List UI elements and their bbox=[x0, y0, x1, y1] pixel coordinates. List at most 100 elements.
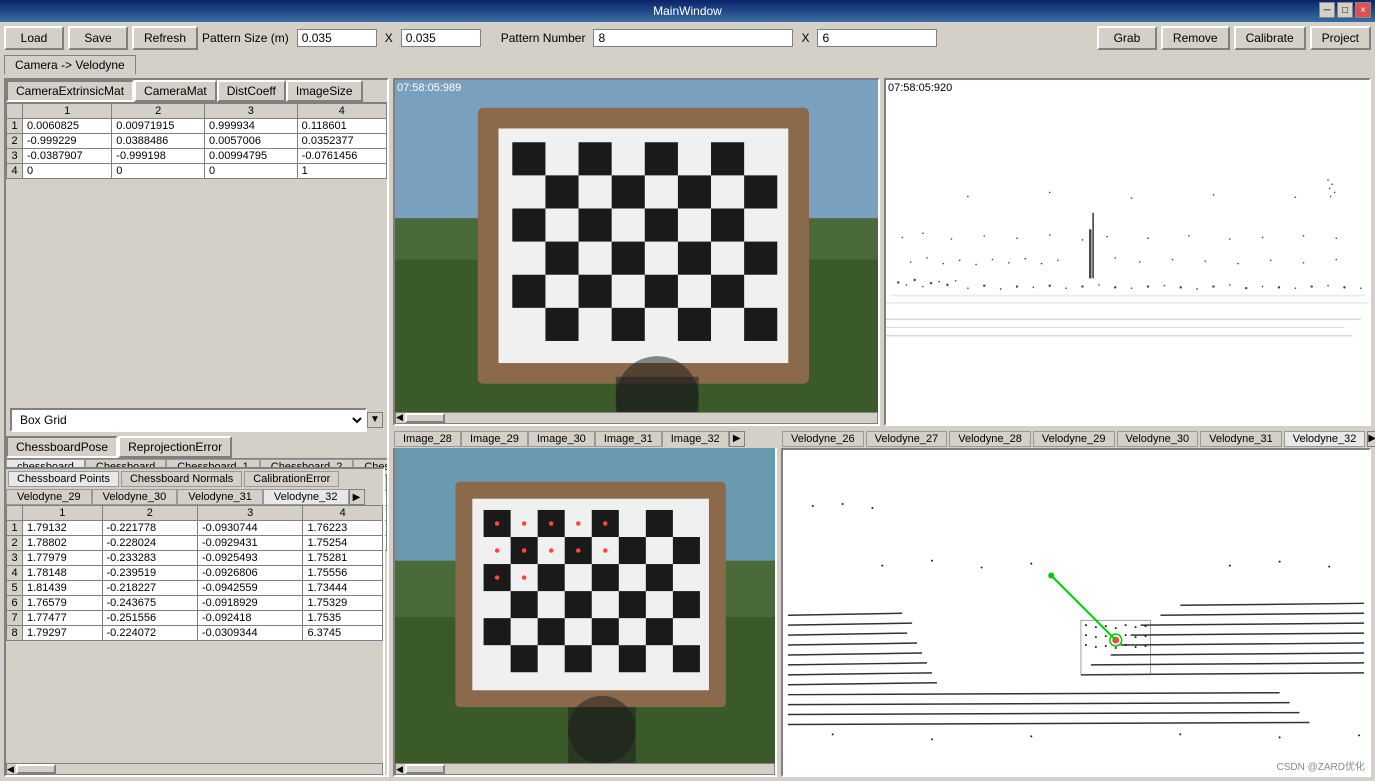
save-button[interactable]: Save bbox=[68, 26, 128, 50]
scrollbar-thumb[interactable] bbox=[405, 413, 445, 423]
image-size-tab[interactable]: ImageSize bbox=[286, 80, 363, 102]
lidar-top-svg bbox=[886, 80, 1369, 424]
camera-bottom-canvas bbox=[395, 448, 775, 764]
v-col-0 bbox=[7, 506, 23, 521]
col-header-3: 3 bbox=[204, 104, 297, 119]
velodyne-col-scroll[interactable]: ▶ bbox=[349, 489, 365, 505]
lidar-bottom-svg bbox=[783, 450, 1369, 776]
velodyne-tab-27[interactable]: Velodyne_27 bbox=[866, 431, 948, 447]
camera-mat-tab[interactable]: CameraMat bbox=[134, 80, 217, 102]
camera-image-svg bbox=[395, 80, 878, 412]
camera-velodyne-tab[interactable]: Camera -> Velodyne bbox=[4, 55, 136, 75]
table-row: 21.78802-0.228024-0.09294311.75254 bbox=[7, 536, 383, 551]
scroll-left-arrow[interactable]: ◀ bbox=[396, 412, 403, 423]
velodyne-col-32[interactable]: Velodyne_32 bbox=[263, 489, 349, 505]
table-row: 40001 bbox=[7, 164, 387, 179]
grab-button[interactable]: Grab bbox=[1097, 26, 1157, 50]
velodyne-tab-29[interactable]: Velodyne_29 bbox=[1033, 431, 1115, 447]
pattern-size-x-input[interactable] bbox=[297, 29, 377, 47]
scrollbar-thumb-3[interactable] bbox=[16, 764, 56, 774]
col-header-0 bbox=[7, 104, 23, 119]
chessboard-points-tab[interactable]: Chessboard Points bbox=[8, 471, 119, 487]
image-tabs-scroll[interactable]: ▶ bbox=[729, 431, 745, 447]
velodyne-col-29[interactable]: Velodyne_29 bbox=[6, 489, 92, 505]
close-button[interactable]: × bbox=[1355, 2, 1371, 18]
lower-image-section: Image_28 Image_29 Image_30 Image_31 Imag… bbox=[393, 430, 1371, 778]
image-tab-28[interactable]: Image_28 bbox=[394, 431, 461, 447]
pattern-size-label: Pattern Size (m) bbox=[202, 31, 289, 45]
dist-coeff-tab[interactable]: DistCoeff bbox=[217, 80, 286, 102]
lidar-bottom-image: CSDN @ZARD优化 bbox=[781, 448, 1371, 778]
table-row: 61.76579-0.243675-0.09189291.75329 bbox=[7, 596, 383, 611]
minimize-button[interactable]: ─ bbox=[1319, 2, 1335, 18]
camera-image-panel: 07:58:05:989 bbox=[393, 78, 880, 426]
upper-image-section: 07:58:05:989 bbox=[393, 78, 1371, 426]
velodyne-table: 1 2 3 4 11.79132-0.221778-0.09307441.762… bbox=[6, 505, 383, 641]
restore-button[interactable]: □ bbox=[1337, 2, 1353, 18]
camera-bottom-tabs: Image_28 Image_29 Image_30 Image_31 Imag… bbox=[393, 430, 777, 448]
table-row: 31.77979-0.233283-0.09254931.75281 bbox=[7, 551, 383, 566]
velodyne-col-31[interactable]: Velodyne_31 bbox=[177, 489, 263, 505]
col-header-1: 1 bbox=[23, 104, 112, 119]
pattern-size-y-input[interactable] bbox=[401, 29, 481, 47]
remove-button[interactable]: Remove bbox=[1161, 26, 1230, 50]
camera-extrinsic-tab[interactable]: CameraExtrinsicMat bbox=[6, 80, 134, 102]
camera-bottom-scrollbar[interactable]: ◀ bbox=[395, 763, 775, 775]
calibrate-button[interactable]: Calibrate bbox=[1234, 26, 1306, 50]
velodyne-tabs-scroll[interactable]: ▶ bbox=[1367, 431, 1375, 447]
table-row: 41.78148-0.239519-0.09268061.75556 bbox=[7, 566, 383, 581]
toolbar: Load Save Refresh Pattern Size (m) X Pat… bbox=[4, 26, 1371, 50]
table-row: 81.79297-0.224072-0.03093446.3745 bbox=[7, 626, 383, 641]
main-tab-bar: Camera -> Velodyne bbox=[4, 54, 1371, 74]
lower-chess-tabs: Chessboard Points Chessboard Normals Cal… bbox=[6, 469, 383, 489]
calibration-error-tab[interactable]: CalibrationError bbox=[244, 471, 339, 487]
window-title: MainWindow bbox=[653, 4, 722, 18]
image-tab-29[interactable]: Image_29 bbox=[461, 431, 528, 447]
lower-left-scrollbar[interactable]: ◀ bbox=[6, 763, 383, 775]
table-row: 51.81439-0.218227-0.09425591.73444 bbox=[7, 581, 383, 596]
velodyne-tabs-row: Velodyne_26 Velodyne_27 Velodyne_28 Velo… bbox=[781, 430, 1371, 448]
refresh-button[interactable]: Refresh bbox=[132, 26, 198, 50]
velodyne-col-30[interactable]: Velodyne_30 bbox=[92, 489, 178, 505]
velodyne-tab-30[interactable]: Velodyne_30 bbox=[1117, 431, 1199, 447]
chessboard-pose-tab[interactable]: ChessboardPose bbox=[6, 436, 118, 458]
v-col-2: 2 bbox=[102, 506, 197, 521]
scrollbar-thumb-2[interactable] bbox=[405, 764, 445, 774]
reprojection-error-tab[interactable]: ReprojectionError bbox=[118, 436, 232, 458]
table-row: 3-0.0387907-0.9991980.00994795-0.0761456 bbox=[7, 149, 387, 164]
pattern-number-x-input[interactable] bbox=[593, 29, 793, 47]
right-buttons: Grab Remove Calibrate Project bbox=[1097, 26, 1371, 50]
table-row: 11.79132-0.221778-0.09307441.76223 bbox=[7, 521, 383, 536]
extrinsic-table-container: 1 2 3 4 10.00608250.009719150.9999340.11… bbox=[6, 103, 387, 404]
dropdown-arrow[interactable]: ▼ bbox=[367, 412, 383, 428]
load-button[interactable]: Load bbox=[4, 26, 64, 50]
col-header-2: 2 bbox=[112, 104, 205, 119]
velodyne-tab-26[interactable]: Velodyne_26 bbox=[782, 431, 864, 447]
camera-image-scrollbar[interactable]: ◀ bbox=[395, 412, 878, 424]
v-col-4: 4 bbox=[303, 506, 383, 521]
scroll-left-3[interactable]: ◀ bbox=[7, 764, 14, 775]
image-tab-32[interactable]: Image_32 bbox=[662, 431, 729, 447]
lidar-bottom-panel: Velodyne_26 Velodyne_27 Velodyne_28 Velo… bbox=[781, 430, 1371, 778]
camera-bottom-panel: Image_28 Image_29 Image_30 Image_31 Imag… bbox=[393, 430, 777, 778]
lidar-top-panel: 07:58:05:920 bbox=[884, 78, 1371, 426]
scroll-left-2[interactable]: ◀ bbox=[396, 764, 403, 775]
v-col-3: 3 bbox=[197, 506, 302, 521]
dropdown-row: Box Grid ▼ bbox=[6, 404, 387, 436]
camera-image-canvas bbox=[395, 80, 878, 412]
velodyne-table-container: 1 2 3 4 11.79132-0.221778-0.09307441.762… bbox=[6, 505, 383, 763]
pattern-number-y-input[interactable] bbox=[817, 29, 937, 47]
image-tab-31[interactable]: Image_31 bbox=[595, 431, 662, 447]
table-row: 71.77477-0.251556-0.0924181.7535 bbox=[7, 611, 383, 626]
velodyne-tab-28[interactable]: Velodyne_28 bbox=[949, 431, 1031, 447]
lower-left-panel: Chessboard Points Chessboard Normals Cal… bbox=[4, 467, 385, 777]
velodyne-tab-31[interactable]: Velodyne_31 bbox=[1200, 431, 1282, 447]
box-grid-dropdown[interactable]: Box Grid bbox=[10, 408, 367, 432]
chessboard-normals-tab[interactable]: Chessboard Normals bbox=[121, 471, 242, 487]
project-button[interactable]: Project bbox=[1310, 26, 1371, 50]
velodyne-tab-32[interactable]: Velodyne_32 bbox=[1284, 431, 1366, 447]
params-row: Pattern Size (m) X Pattern Number X bbox=[202, 29, 1093, 47]
image-tab-30[interactable]: Image_30 bbox=[528, 431, 595, 447]
pattern-number-label: Pattern Number bbox=[501, 31, 586, 45]
v-col-1: 1 bbox=[23, 506, 103, 521]
